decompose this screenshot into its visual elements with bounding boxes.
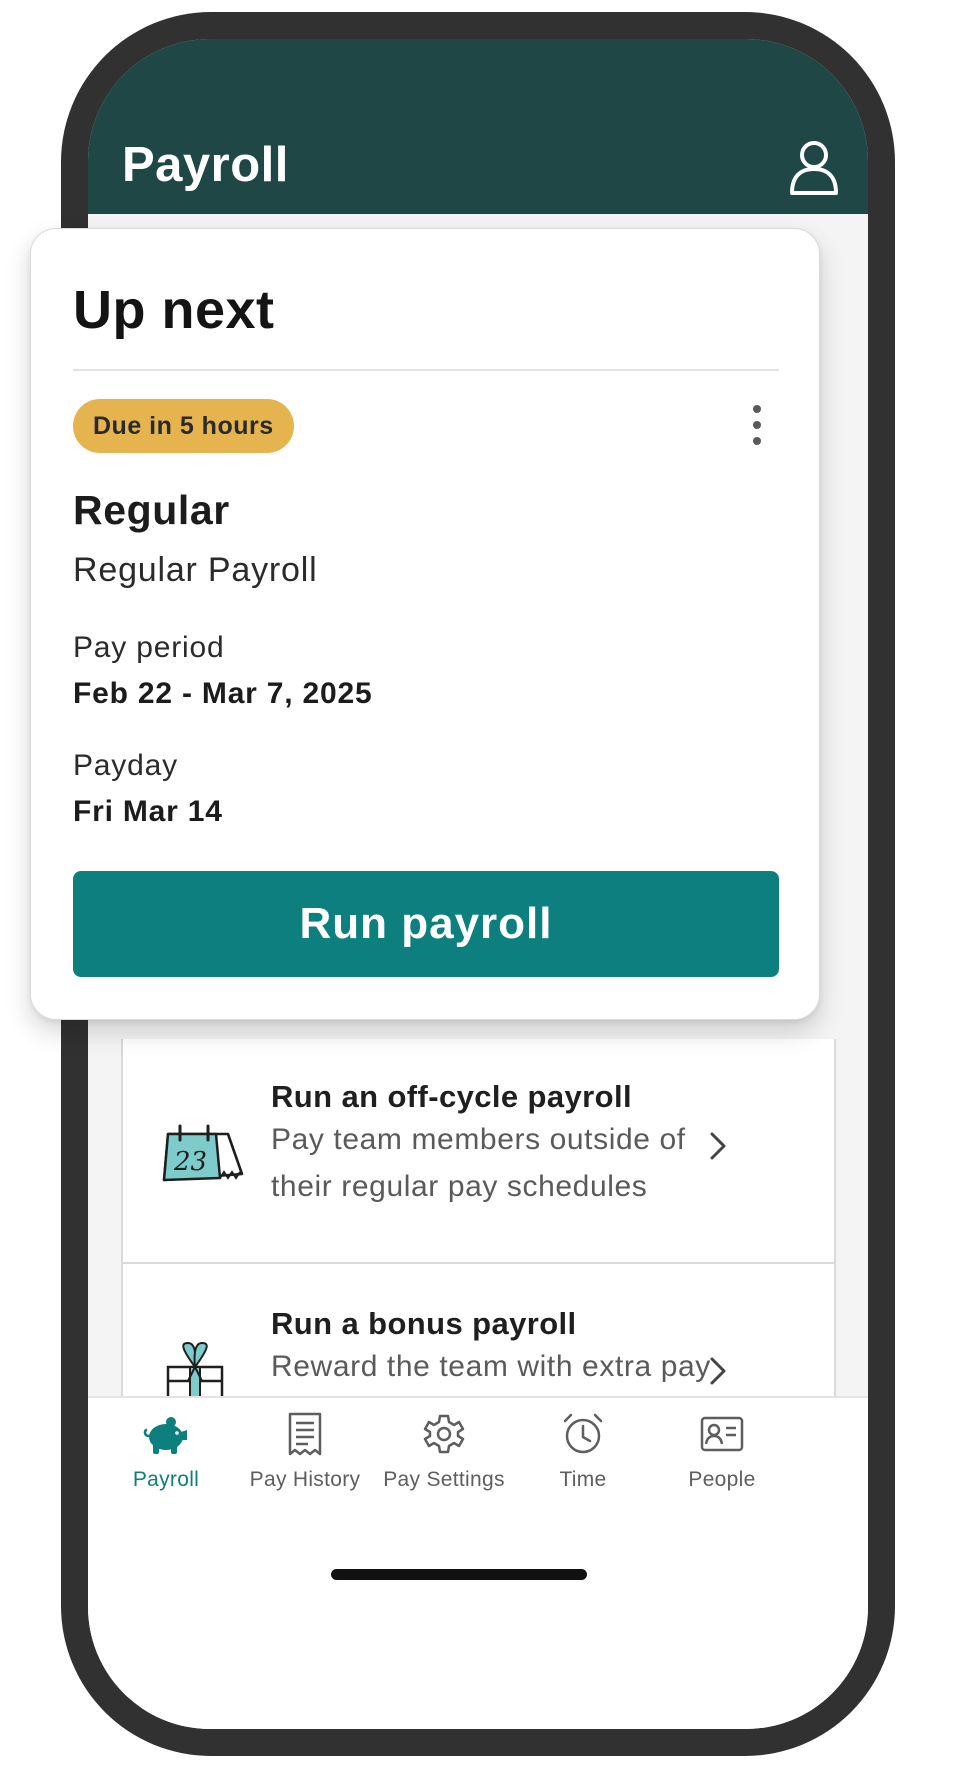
payroll-name: Regular Payroll — [73, 551, 318, 589]
nav-item-people[interactable]: People — [644, 1410, 800, 1492]
chevron-right-icon — [710, 1132, 726, 1160]
off-cycle-payroll-item[interactable]: 23 Run an off-cycle payroll Pay team mem… — [123, 1039, 834, 1264]
payday-value: Fri Mar 14 — [73, 795, 223, 828]
payday-label: Payday — [73, 749, 178, 782]
app-header: Payroll — [88, 39, 868, 214]
profile-icon[interactable] — [788, 137, 840, 195]
due-badge: Due in 5 hours — [73, 399, 294, 453]
home-indicator — [331, 1569, 587, 1580]
bottom-nav: Payroll Pay History Pay Settings Time Pe… — [88, 1396, 868, 1729]
up-next-card: Up next Due in 5 hours Regular Regular P… — [30, 228, 820, 1020]
nav-item-payroll[interactable]: Payroll — [88, 1410, 244, 1492]
gear-icon — [423, 1414, 465, 1454]
alarm-clock-icon — [563, 1413, 603, 1454]
svg-text:23: 23 — [173, 1147, 207, 1177]
id-card-icon — [700, 1416, 744, 1452]
run-payroll-button[interactable]: Run payroll — [73, 871, 779, 977]
nav-item-pay-settings[interactable]: Pay Settings — [366, 1410, 522, 1492]
nav-item-pay-history[interactable]: Pay History — [227, 1410, 383, 1492]
bonus-title: Run a bonus payroll — [271, 1306, 577, 1341]
receipt-icon — [288, 1412, 322, 1456]
calendar-icon: 23 — [162, 1124, 244, 1182]
nav-label: Time — [559, 1468, 607, 1491]
nav-item-time[interactable]: Time — [505, 1410, 661, 1492]
off-cycle-title: Run an off-cycle payroll — [271, 1079, 632, 1114]
nav-label: Pay History — [249, 1468, 361, 1491]
bonus-description: Reward the team with extra pay — [271, 1350, 711, 1383]
page-title: Payroll — [122, 138, 289, 192]
pay-period-label: Pay period — [73, 631, 225, 664]
off-cycle-description: Pay team members outside of their regula… — [271, 1123, 686, 1203]
nav-label: People — [688, 1468, 756, 1491]
card-heading: Up next — [73, 280, 275, 340]
divider — [73, 369, 779, 371]
chevron-right-icon — [710, 1357, 726, 1385]
nav-label: Pay Settings — [383, 1468, 505, 1491]
piggy-bank-icon — [143, 1417, 187, 1454]
payroll-options-list: 23 Run an off-cycle payroll Pay team mem… — [121, 1039, 836, 1429]
nav-label: Payroll — [132, 1468, 200, 1491]
payroll-type: Regular — [73, 487, 230, 533]
more-options-icon[interactable] — [743, 401, 771, 449]
pay-period-value: Feb 22 - Mar 7, 2025 — [73, 677, 373, 710]
